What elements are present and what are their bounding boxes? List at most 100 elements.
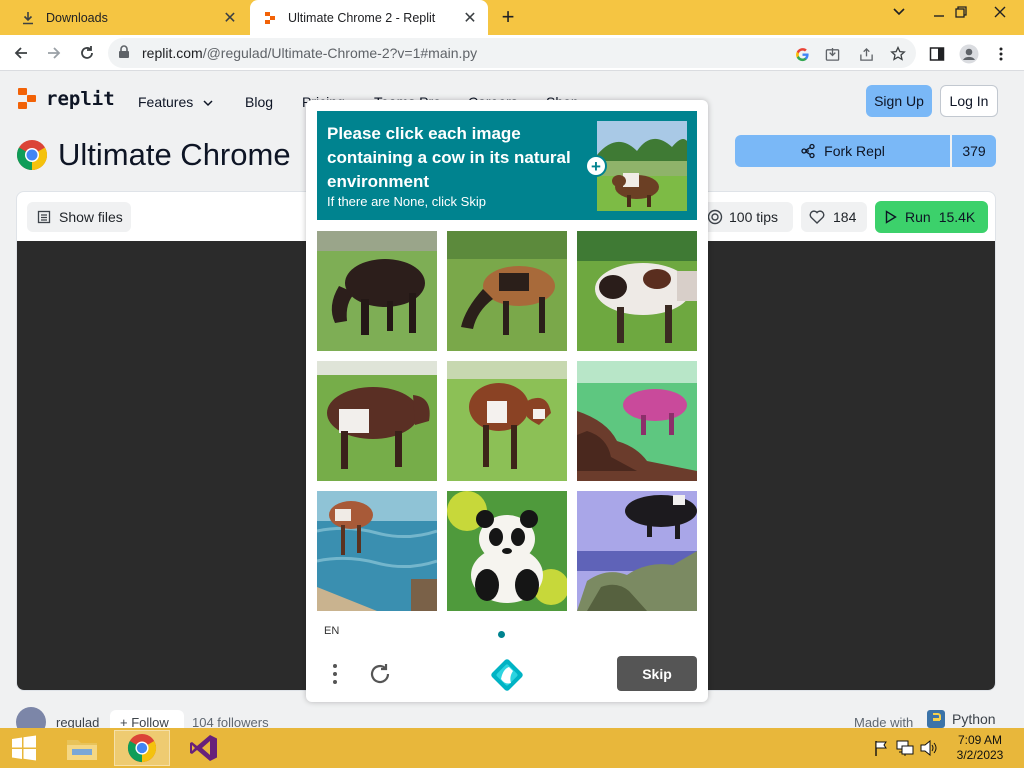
new-tab-button[interactable]: + <box>496 6 520 30</box>
refresh-challenge-icon[interactable] <box>366 660 394 688</box>
replit-favicon-icon <box>262 10 278 26</box>
clock-date: 3/2/2023 <box>956 748 1004 762</box>
show-files-label: Show files <box>59 209 123 225</box>
heart-icon <box>809 210 825 224</box>
start-button[interactable] <box>0 730 48 766</box>
close-tab-icon[interactable]: ✕ <box>460 8 480 28</box>
kebab-menu-icon[interactable] <box>990 43 1012 65</box>
taskbar-chrome[interactable] <box>114 730 170 766</box>
side-panel-icon[interactable] <box>926 43 948 65</box>
made-with-label: Made with <box>854 715 914 728</box>
taskbar-visual-studio[interactable] <box>176 730 232 766</box>
python-icon <box>927 710 945 728</box>
tab-label: Ultimate Chrome 2 - Replit <box>288 10 436 25</box>
cow-on-rocks-image <box>577 491 697 611</box>
captcha-prompt: Please click each image containing a cow… <box>327 124 571 191</box>
tab-search-chevron-icon[interactable] <box>882 0 916 24</box>
chevron-down-icon <box>203 100 213 107</box>
captcha-tile-9[interactable] <box>577 491 697 611</box>
pink-cow-distorted-image <box>577 361 697 481</box>
run-button[interactable]: Run 15.4K <box>875 201 988 233</box>
fork-icon <box>801 143 815 159</box>
share-icon[interactable] <box>856 44 876 64</box>
close-window-button[interactable] <box>978 0 1022 24</box>
cycles-icon <box>707 209 723 225</box>
captcha-tile-3[interactable] <box>577 231 697 351</box>
captcha-tile-8[interactable] <box>447 491 567 611</box>
run-count: 15.4K <box>938 209 976 225</box>
fork-label: Fork Repl <box>824 143 885 159</box>
visual-studio-icon <box>190 735 217 761</box>
log-in-button[interactable]: Log In <box>940 85 998 117</box>
captcha-instructions: If there are None, click Skip <box>327 194 486 209</box>
captcha-tile-6[interactable] <box>577 361 697 481</box>
fork-repl-button[interactable]: Fork Repl <box>735 135 950 167</box>
captcha-tile-1[interactable] <box>317 231 437 351</box>
language-selector[interactable]: EN <box>324 625 339 637</box>
url-text: replit.com/@regulad/Ultimate-Chrome-2?v=… <box>142 45 477 61</box>
install-app-icon[interactable] <box>822 44 842 64</box>
cow-grazing-image <box>447 231 567 351</box>
follow-label: Follow <box>131 715 169 728</box>
profile-icon[interactable] <box>958 43 980 65</box>
taskbar-file-explorer[interactable] <box>54 730 110 766</box>
username[interactable]: regulad <box>56 715 99 728</box>
captcha-header: Please click each image containing a cow… <box>317 111 697 220</box>
network-icon[interactable] <box>896 740 914 756</box>
language-label: Python <box>952 711 996 727</box>
page-indicator-dot <box>498 631 505 638</box>
system-clock[interactable]: 7:09 AM 3/2/2023 <box>950 733 1010 763</box>
example-expand-icon[interactable]: + <box>585 155 607 177</box>
replit-logo[interactable]: replit <box>18 88 115 110</box>
captcha-tile-5[interactable] <box>447 361 567 481</box>
show-files-button[interactable]: Show files <box>27 202 131 232</box>
sign-up-button[interactable]: Sign Up <box>866 85 932 117</box>
address-bar[interactable]: replit.com/@regulad/Ultimate-Chrome-2?v=… <box>108 38 916 68</box>
folder-icon <box>67 740 97 760</box>
close-tab-icon[interactable]: ✕ <box>220 8 240 28</box>
captcha-tile-2[interactable] <box>447 231 567 351</box>
repl-footer: regulad + Follow 104 followers Made with… <box>16 707 996 728</box>
chrome-logo-icon <box>16 140 48 170</box>
captcha-tile-7[interactable] <box>317 491 437 611</box>
follow-button[interactable]: + Follow <box>110 710 184 728</box>
play-icon <box>885 210 897 224</box>
language-badge[interactable]: Python <box>926 709 996 728</box>
windows-logo-icon <box>12 735 36 761</box>
fork-count[interactable]: 379 <box>952 135 996 167</box>
repl-name: Ultimate Chrome <box>58 137 291 172</box>
volume-icon[interactable] <box>920 740 938 756</box>
replit-logo-icon <box>18 88 36 109</box>
url-host: replit.com <box>142 45 203 61</box>
nav-features-label: Features <box>138 94 194 110</box>
cow-in-water-image <box>317 491 437 611</box>
captcha-tile-4[interactable] <box>317 361 437 481</box>
reload-button[interactable] <box>75 41 99 65</box>
skip-button[interactable]: Skip <box>617 656 697 691</box>
like-button[interactable]: 184 <box>801 202 867 232</box>
url-path: /@regulad/Ultimate-Chrome-2?v=1#main.py <box>202 45 478 61</box>
captcha-example-image[interactable] <box>597 121 687 211</box>
tab-downloads[interactable]: Downloads ✕ <box>8 0 248 35</box>
action-center-flag-icon[interactable] <box>872 740 890 756</box>
nav-blog[interactable]: Blog <box>245 94 273 110</box>
clock-time: 7:09 AM <box>957 733 1003 747</box>
back-button[interactable] <box>9 41 33 65</box>
browser-tab-strip: Downloads ✕ Ultimate Chrome 2 - Replit ✕… <box>0 0 1024 35</box>
hcaptcha-logo-icon <box>489 657 525 693</box>
captcha-challenge: Please click each image containing a cow… <box>306 100 708 702</box>
tab-label: Downloads <box>46 10 108 25</box>
google-icon[interactable] <box>792 44 812 64</box>
captcha-menu-icon[interactable] <box>328 660 342 688</box>
nav-features[interactable]: Features <box>138 94 213 110</box>
forward-button[interactable] <box>42 41 66 65</box>
tab-replit[interactable]: Ultimate Chrome 2 - Replit ✕ <box>250 0 488 35</box>
files-icon <box>37 210 51 224</box>
cow-grazing-image <box>577 231 697 351</box>
restore-button[interactable] <box>944 0 978 24</box>
likes-count: 184 <box>833 209 857 225</box>
cow-grazing-image <box>317 231 437 351</box>
bookmark-star-icon[interactable] <box>888 44 908 64</box>
avatar[interactable] <box>16 707 46 728</box>
tips-button[interactable]: 100 tips <box>701 202 793 232</box>
